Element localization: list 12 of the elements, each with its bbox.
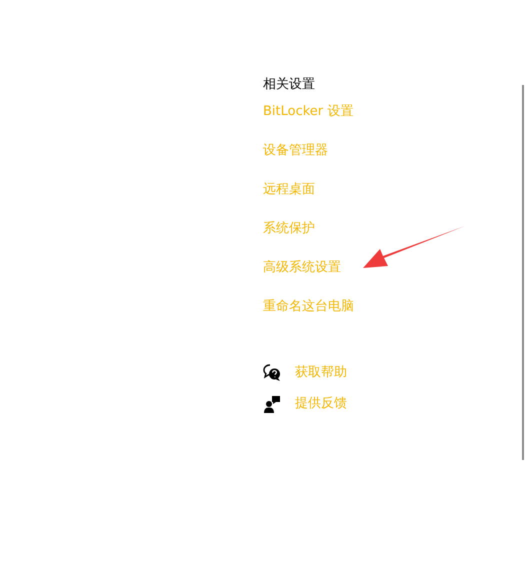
help-icon [263, 364, 281, 382]
scrollbar[interactable] [522, 85, 524, 460]
section-heading: 相关设置 [263, 76, 316, 94]
settings-link[interactable]: BitLocker 设置 [263, 103, 354, 121]
settings-link[interactable]: 远程桌面 [263, 181, 315, 199]
support-link[interactable]: 提供反馈 [295, 395, 347, 413]
settings-link[interactable]: 高级系统设置 [263, 259, 341, 277]
settings-link[interactable]: 设备管理器 [263, 142, 328, 160]
settings-link[interactable]: 重命名这台电脑 [263, 298, 354, 316]
support-link[interactable]: 获取帮助 [295, 364, 347, 382]
settings-link[interactable]: 系统保护 [263, 220, 315, 238]
person-feedback-icon [263, 395, 281, 413]
